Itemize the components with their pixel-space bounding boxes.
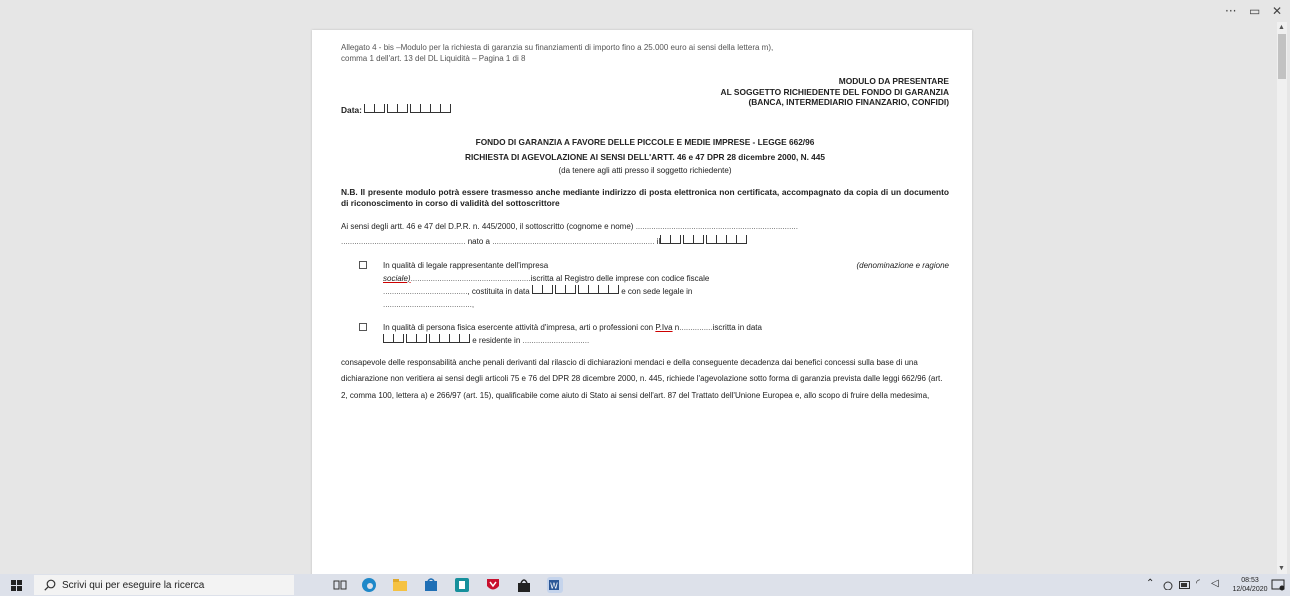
option1-italic: (denominazione e ragione <box>856 260 949 270</box>
declarant-paragraph: Ai sensi degli artt. 46 e 47 del D.P.R. … <box>341 221 798 247</box>
document-workspace[interactable]: Allegato 4 - bis –Modulo per la richiest… <box>0 22 1277 574</box>
addressee-line-1: MODULO DA PRESENTARE <box>838 76 949 86</box>
option2-registered: iscritta in data <box>712 322 762 332</box>
battery-icon[interactable] <box>1179 581 1191 589</box>
scroll-up-icon[interactable]: ▲ <box>1278 24 1285 31</box>
mcafee-icon[interactable] <box>485 577 501 593</box>
shopping-bag-icon[interactable] <box>516 577 532 593</box>
svg-text:W: W <box>550 582 558 591</box>
addressee-line-2: AL SOGGETTO RICHIEDENTE DEL FONDO DI GAR… <box>720 86 949 97</box>
cloud-icon[interactable] <box>1162 580 1174 590</box>
restore-button[interactable]: ▭ <box>1249 4 1260 18</box>
declaration-body: consapevole delle responsabilità anche p… <box>341 357 943 400</box>
window-titlebar: ··· ▭ ✕ <box>0 0 1290 22</box>
form-subtitle: (da tenere agli atti presso il soggetto … <box>558 165 732 175</box>
option1-text: In qualità di legale rappresentante dell… <box>383 260 549 270</box>
option-legal-representative: In qualità di legale rappresentante dell… <box>341 259 949 311</box>
born-in-label: nato a <box>467 236 490 246</box>
option2-text: In qualità di persona fisica esercente a… <box>383 322 654 332</box>
date-label: Data: <box>341 104 362 115</box>
clock[interactable]: 08:53 12/04/2020 <box>1232 576 1268 594</box>
scroll-thumb[interactable] <box>1278 34 1286 79</box>
clock-time: 08:53 <box>1241 577 1259 584</box>
search-icon <box>44 579 56 591</box>
scroll-down-icon[interactable]: ▼ <box>1278 565 1285 572</box>
form-title-1: FONDO DI GARANZIA A FAVORE DELLE PICCOLE… <box>475 136 815 147</box>
close-button[interactable]: ✕ <box>1272 4 1282 18</box>
document-header: Allegato 4 - bis –Modulo per la richiest… <box>341 42 949 64</box>
checkbox-legal-representative[interactable] <box>359 260 367 269</box>
document-page[interactable]: Allegato 4 - bis –Modulo per la richiest… <box>312 30 972 574</box>
volume-icon[interactable]: ◁ <box>1211 578 1219 589</box>
more-options-button[interactable]: ··· <box>1225 4 1236 18</box>
sway-icon[interactable] <box>454 577 470 593</box>
registration-date-boxes[interactable] <box>383 333 470 347</box>
constitution-date-boxes[interactable] <box>531 284 619 298</box>
declarant-text: Ai sensi degli artt. 46 e 47 del D.P.R. … <box>341 221 634 231</box>
option1-constituted: , costituita in data <box>467 286 530 296</box>
chevron-up-icon[interactable]: ⌃ <box>1146 578 1154 589</box>
option-natural-person: In qualità di persona fisica esercente a… <box>341 321 949 347</box>
vertical-scrollbar[interactable]: ▲ ▼ <box>1277 22 1287 574</box>
windows-start-icon[interactable] <box>11 580 22 591</box>
search-placeholder: Scrivi qui per eseguire la ricerca <box>62 580 205 591</box>
file-explorer-icon[interactable] <box>392 577 408 593</box>
clock-date: 12/04/2020 <box>1232 586 1268 593</box>
date-boxes[interactable] <box>364 103 452 115</box>
word-icon[interactable]: W <box>547 577 563 593</box>
nb-note: N.B. Il presente modulo potrà essere tra… <box>341 186 949 208</box>
edge-browser-icon[interactable] <box>361 577 377 593</box>
option2-piva: P.Iva <box>655 322 673 332</box>
windows-taskbar: Scrivi qui per eseguire la ricerca W ⌃ ◜… <box>0 574 1290 596</box>
header-line-1: Allegato 4 - bis –Modulo per la richiest… <box>341 43 774 52</box>
option1-social: sociale) <box>383 273 411 283</box>
option2-resident: e residente in <box>472 335 521 345</box>
wifi-icon[interactable]: ◜ <box>1196 578 1200 589</box>
form-title-2: RICHIESTA DI AGEVOLAZIONE AI SENSI DELL'… <box>464 151 826 162</box>
store-icon[interactable] <box>423 577 439 593</box>
task-view-icon[interactable] <box>332 577 348 593</box>
option1-seat: e con sede legale in <box>621 286 693 296</box>
notification-icon[interactable] <box>1271 579 1285 591</box>
taskbar-search-box[interactable]: Scrivi qui per eseguire la ricerca <box>34 575 294 595</box>
header-line-2: comma 1 dell'art. 13 del DL Liquidità – … <box>341 54 526 63</box>
option1-registry: iscritta al Registro delle imprese con c… <box>530 273 710 283</box>
birth-date-boxes[interactable] <box>660 234 748 247</box>
checkbox-natural-person[interactable] <box>359 322 367 331</box>
